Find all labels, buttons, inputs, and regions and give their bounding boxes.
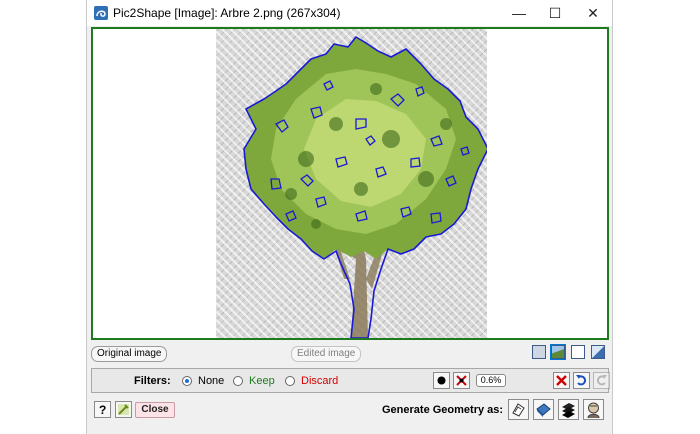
filter-keep-radio[interactable] bbox=[233, 376, 243, 386]
window-title: Pic2Shape [Image]: Arbre 2.png (267x304) bbox=[113, 6, 341, 20]
generate-component-button[interactable] bbox=[583, 399, 604, 420]
help-question-icon: ? bbox=[99, 403, 106, 417]
undo-icon bbox=[576, 375, 587, 386]
filter-keep-label: Keep bbox=[249, 375, 275, 387]
preview-mode-icon[interactable] bbox=[591, 345, 605, 359]
generate-component-icon bbox=[587, 402, 600, 419]
filters-label: Filters: bbox=[134, 375, 171, 387]
tools-button[interactable] bbox=[115, 401, 132, 418]
undo-button[interactable] bbox=[573, 372, 590, 389]
generate-solid-icon bbox=[562, 403, 575, 418]
maximize-button[interactable]: ☐ bbox=[537, 0, 573, 26]
generate-geometry-label: Generate Geometry as: bbox=[382, 404, 504, 416]
title-bar[interactable]: Pic2Shape [Image]: Arbre 2.png (267x304)… bbox=[87, 0, 612, 26]
redo-button[interactable] bbox=[593, 372, 610, 389]
filter-none-radio[interactable] bbox=[182, 376, 192, 386]
contour-only-mode-icon[interactable] bbox=[571, 345, 585, 359]
original-image-button[interactable]: Original image bbox=[91, 346, 168, 362]
redo-icon bbox=[596, 375, 607, 386]
filter-discard-radio[interactable] bbox=[285, 376, 295, 386]
pic2shape-window: Pic2Shape [Image]: Arbre 2.png (267x304)… bbox=[86, 0, 613, 434]
filter-none-label: None bbox=[198, 375, 225, 387]
generate-face-icon bbox=[512, 403, 525, 417]
close-window-button[interactable]: ✕ bbox=[575, 0, 611, 26]
tree-contour-overlay bbox=[243, 36, 487, 338]
filter-discard-label: Discard bbox=[301, 375, 339, 387]
help-button[interactable]: ? bbox=[94, 401, 111, 418]
reset-zones-icon bbox=[456, 375, 467, 386]
pic2shape-app-icon bbox=[93, 5, 109, 21]
generate-surface-icon bbox=[536, 403, 551, 417]
clear-button[interactable] bbox=[553, 372, 570, 389]
image-canvas[interactable] bbox=[91, 27, 609, 340]
image-with-contour-mode-icon[interactable] bbox=[550, 344, 566, 360]
generate-surface-button[interactable] bbox=[533, 399, 554, 420]
image-only-mode-icon[interactable] bbox=[532, 345, 546, 359]
reset-zones-button[interactable] bbox=[453, 372, 470, 389]
tools-wrench-icon bbox=[118, 404, 129, 415]
filters-bar: Filters: None Keep Discard 0.6% bbox=[91, 368, 610, 393]
close-button[interactable]: Close bbox=[135, 402, 175, 418]
point-size-icon bbox=[437, 376, 446, 385]
point-size-button[interactable] bbox=[433, 372, 450, 389]
tolerance-field[interactable]: 0.6% bbox=[476, 374, 506, 387]
clear-red-x-icon bbox=[556, 375, 567, 386]
svg-text:?: ? bbox=[99, 403, 106, 417]
generate-face-button[interactable] bbox=[508, 399, 529, 420]
tree-image[interactable] bbox=[216, 29, 487, 338]
edited-image-button[interactable]: Edited image bbox=[291, 346, 362, 362]
minimize-button[interactable]: — bbox=[501, 0, 537, 26]
generate-solid-button[interactable] bbox=[558, 399, 579, 420]
